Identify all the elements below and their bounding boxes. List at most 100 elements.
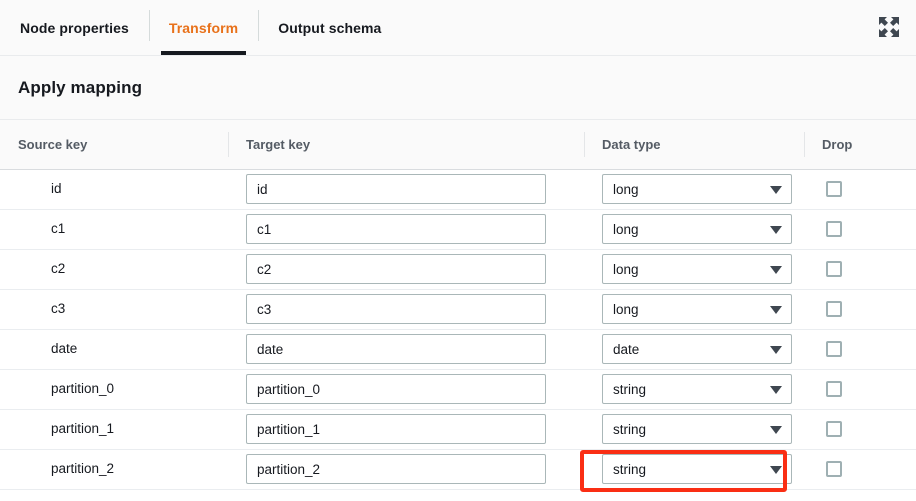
data-type-select[interactable]: long bbox=[602, 254, 792, 284]
data-type-value: string bbox=[613, 421, 647, 437]
source-key-label: partition_0 bbox=[51, 381, 115, 396]
data-type-select[interactable]: long bbox=[602, 214, 792, 244]
page-title: Apply mapping bbox=[18, 77, 143, 97]
source-key-label: partition_2 bbox=[51, 461, 115, 476]
source-key-label: id bbox=[51, 181, 62, 196]
data-type-value: long bbox=[613, 261, 639, 277]
drop-cell bbox=[804, 169, 916, 210]
tab-output-schema[interactable]: Output schema bbox=[258, 0, 401, 55]
target-key-input[interactable] bbox=[246, 414, 546, 444]
table-row: partition_1 string bbox=[0, 409, 916, 450]
tab-transform[interactable]: Transform bbox=[148, 0, 258, 55]
data-type-select-wrapper: string bbox=[602, 454, 792, 484]
expand-arrows-icon[interactable] bbox=[876, 14, 902, 40]
drop-cell bbox=[804, 209, 916, 250]
table-header-row: Source key Target key Data type Drop bbox=[0, 120, 916, 170]
source-key-cell: c3 bbox=[0, 289, 228, 330]
source-key-label: c2 bbox=[51, 261, 66, 276]
table-row: c2 long bbox=[0, 249, 916, 290]
source-key-label: date bbox=[51, 341, 78, 356]
data-type-select-wrapper: long bbox=[602, 294, 792, 324]
source-key-label: partition_1 bbox=[51, 421, 115, 436]
column-header-source-key: Source key bbox=[0, 120, 228, 170]
data-type-cell: long bbox=[584, 289, 804, 330]
table-row: c1 long bbox=[0, 209, 916, 250]
target-key-input[interactable] bbox=[246, 454, 546, 484]
drop-cell bbox=[804, 409, 916, 450]
data-type-value: long bbox=[613, 221, 639, 237]
data-type-select-date[interactable]: date bbox=[602, 334, 792, 364]
target-key-cell bbox=[228, 329, 584, 370]
column-header-data-type: Data type bbox=[584, 120, 804, 170]
table-row: partition_0 string bbox=[0, 369, 916, 410]
tab-label: Output schema bbox=[278, 19, 382, 36]
table-row: partition_2 string bbox=[0, 449, 916, 490]
drop-checkbox[interactable] bbox=[826, 381, 842, 397]
mapping-table-wrapper: Source key Target key Data type Drop id l… bbox=[0, 120, 916, 492]
target-key-cell bbox=[228, 249, 584, 290]
data-type-select[interactable]: string bbox=[602, 374, 792, 404]
data-type-select-wrapper: long bbox=[602, 214, 792, 244]
table-body: id long c1 long c2 long c3 long date date partitio… bbox=[0, 169, 916, 490]
column-header-target-key: Target key bbox=[228, 120, 584, 170]
section-header: Apply mapping bbox=[0, 56, 916, 120]
target-key-cell bbox=[228, 369, 584, 410]
data-type-select-wrapper: long bbox=[602, 174, 792, 204]
drop-cell bbox=[804, 329, 916, 370]
drop-cell bbox=[804, 449, 916, 490]
data-type-value: long bbox=[613, 301, 639, 317]
data-type-select[interactable]: string bbox=[602, 454, 792, 484]
data-type-select[interactable]: long bbox=[602, 174, 792, 204]
data-type-cell: string bbox=[584, 369, 804, 410]
target-key-cell bbox=[228, 209, 584, 250]
table-header: Source key Target key Data type Drop bbox=[0, 120, 916, 170]
source-key-cell: partition_1 bbox=[0, 409, 228, 450]
source-key-cell: id bbox=[0, 169, 228, 210]
target-key-cell bbox=[228, 289, 584, 330]
column-header-drop: Drop bbox=[804, 120, 916, 170]
data-type-cell: string bbox=[584, 409, 804, 450]
data-type-select-wrapper: long bbox=[602, 254, 792, 284]
tab-label: Node properties bbox=[20, 19, 129, 36]
data-type-select[interactable]: long bbox=[602, 294, 792, 324]
drop-checkbox[interactable] bbox=[826, 181, 842, 197]
source-key-cell: partition_0 bbox=[0, 369, 228, 410]
target-key-input[interactable] bbox=[246, 174, 546, 204]
drop-checkbox[interactable] bbox=[826, 221, 842, 237]
target-key-input[interactable] bbox=[246, 254, 546, 284]
source-key-cell: partition_2 bbox=[0, 449, 228, 490]
tab-label: Transform bbox=[168, 19, 239, 36]
target-key-input[interactable] bbox=[246, 334, 546, 364]
data-type-select-wrapper: string bbox=[602, 374, 792, 404]
drop-checkbox[interactable] bbox=[826, 261, 842, 277]
source-key-label: c1 bbox=[51, 221, 66, 236]
data-type-value: string bbox=[613, 381, 647, 397]
table-row: id long bbox=[0, 169, 916, 210]
source-key-cell: date bbox=[0, 329, 228, 370]
data-type-cell: long bbox=[584, 169, 804, 210]
data-type-cell: date bbox=[584, 329, 804, 370]
tab-node-properties[interactable]: Node properties bbox=[0, 0, 149, 55]
drop-checkbox[interactable] bbox=[826, 461, 842, 477]
apply-mapping-table: Source key Target key Data type Drop id l… bbox=[0, 120, 916, 490]
source-key-cell: c1 bbox=[0, 209, 228, 250]
data-type-cell: long bbox=[584, 249, 804, 290]
data-type-value: long bbox=[613, 181, 639, 197]
data-type-select-wrapper: date bbox=[602, 334, 792, 364]
drop-cell bbox=[804, 249, 916, 290]
target-key-input[interactable] bbox=[246, 374, 546, 404]
target-key-cell bbox=[228, 169, 584, 210]
tab-bar: Node properties Transform Output schema bbox=[0, 0, 916, 56]
drop-checkbox[interactable] bbox=[826, 341, 842, 357]
table-row: date date bbox=[0, 329, 916, 370]
drop-checkbox[interactable] bbox=[826, 421, 842, 437]
data-type-select-wrapper: string bbox=[602, 414, 792, 444]
target-key-cell bbox=[228, 449, 584, 490]
target-key-input[interactable] bbox=[246, 214, 546, 244]
table-row: c3 long bbox=[0, 289, 916, 330]
target-key-cell bbox=[228, 409, 584, 450]
drop-checkbox[interactable] bbox=[826, 301, 842, 317]
target-key-input[interactable] bbox=[246, 294, 546, 324]
data-type-cell: string bbox=[584, 449, 804, 490]
data-type-select[interactable]: string bbox=[602, 414, 792, 444]
